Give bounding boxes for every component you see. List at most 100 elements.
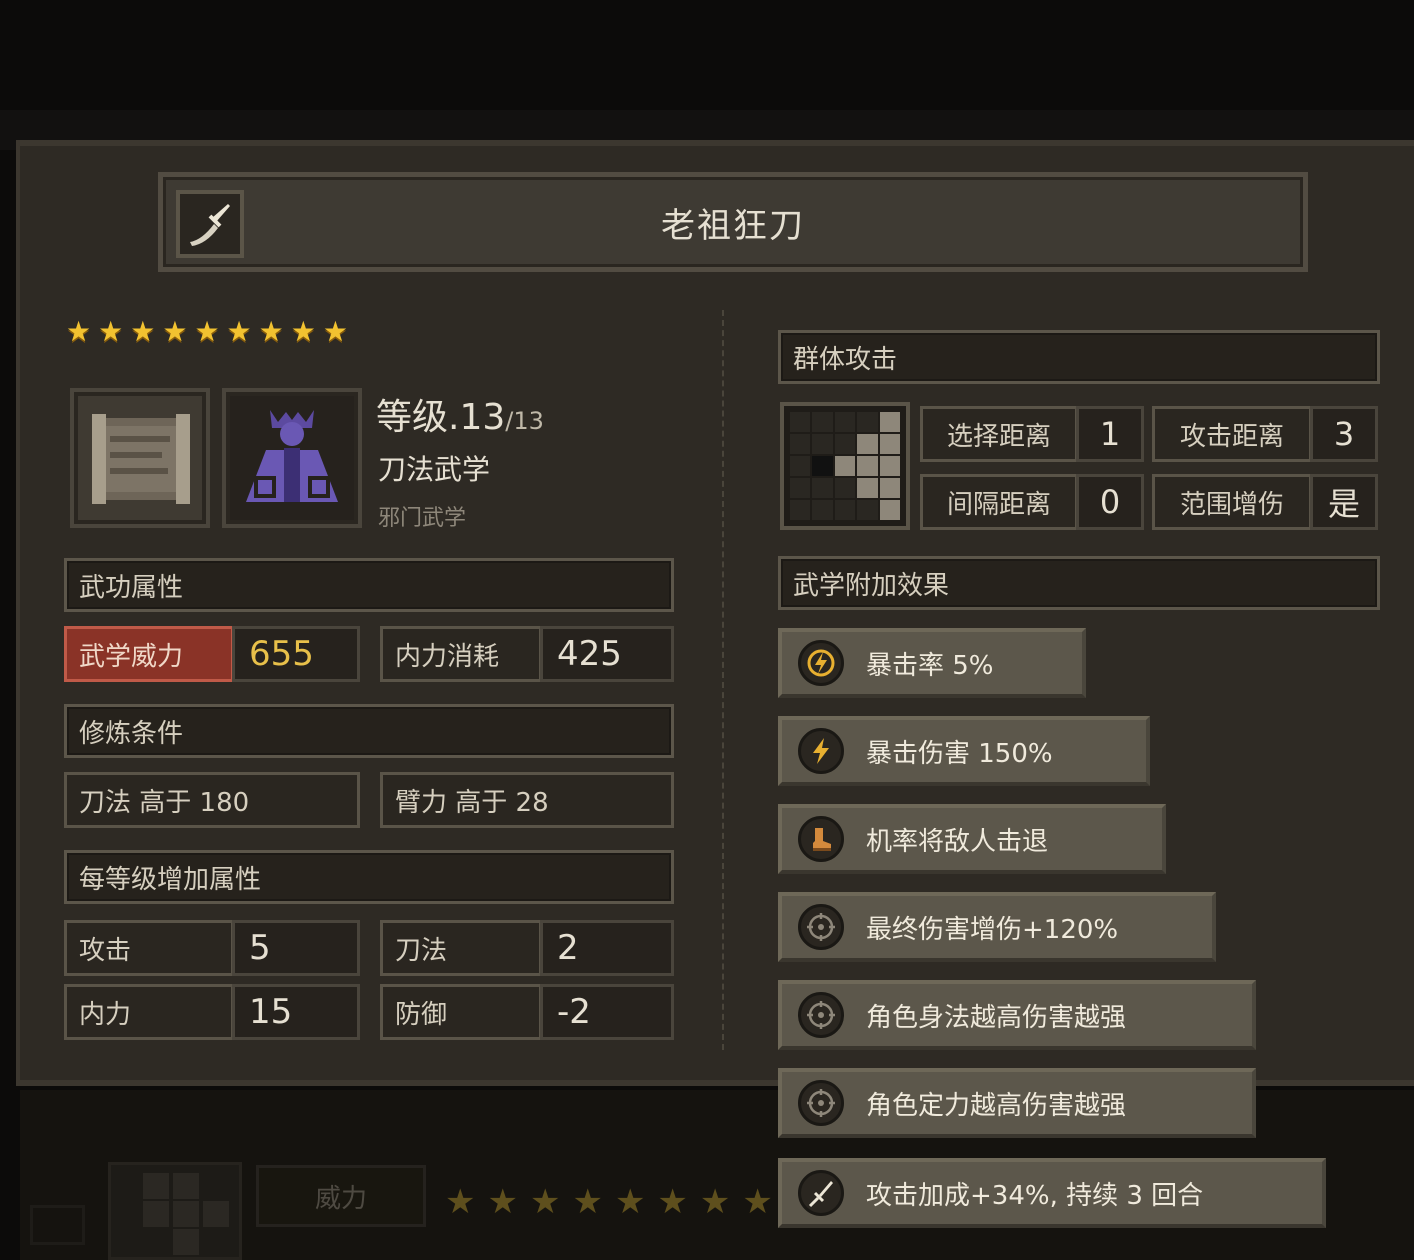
star-icon: ★: [322, 315, 348, 348]
attack-range-grid: [780, 402, 910, 530]
scroll-icon: [70, 388, 210, 528]
background-tile: [30, 1205, 85, 1245]
lightning-circle-icon: [798, 640, 844, 686]
range-cell: [857, 500, 878, 520]
skill-title: 老祖狂刀: [661, 205, 805, 246]
range-cell: [857, 412, 878, 432]
select-distance-label: 选择距离: [920, 406, 1078, 462]
range-cell: [790, 412, 811, 432]
range-cell: [790, 456, 811, 476]
star-icon: ★: [226, 315, 252, 348]
per-level-mp-value: 15: [232, 984, 360, 1040]
range-cell: [790, 500, 811, 520]
range-cell: [812, 500, 833, 520]
section-header-requirements: 修炼条件: [64, 704, 674, 758]
effect-text: 攻击加成+34%, 持续 3 回合: [866, 1180, 1204, 1211]
star-icon: ★: [290, 315, 316, 348]
star-icon: ★: [98, 315, 124, 348]
range-cell: [834, 500, 856, 520]
area-damage-value: 是: [1310, 474, 1378, 530]
range-cell: [812, 434, 833, 454]
effect-banner: 最终伤害增伤+120%: [778, 892, 1216, 962]
range-hit-cell: [879, 412, 900, 432]
select-distance-value: 1: [1076, 406, 1144, 462]
range-cell: [790, 478, 811, 498]
interval-distance-label: 间隔距离: [920, 474, 1078, 530]
range-cell: [834, 412, 856, 432]
star-icon: ★: [130, 315, 156, 348]
range-hit-cell: [834, 456, 856, 476]
range-origin-cell: [812, 456, 833, 476]
mp-cost-label: 内力消耗: [380, 626, 542, 682]
skill-level: 等级.13/13: [376, 397, 544, 438]
section-header-effects: 武学附加效果: [778, 556, 1380, 610]
per-level-mp-label: 内力: [64, 984, 234, 1040]
section-header-area-attack: 群体攻击: [778, 330, 1380, 384]
column-divider: [722, 310, 724, 1050]
range-cell: [790, 434, 811, 454]
background-range-grid: [108, 1162, 242, 1260]
per-level-blade-label: 刀法: [380, 920, 542, 976]
attack-distance-label: 攻击距离: [1152, 406, 1312, 462]
boot-icon: [798, 816, 844, 862]
star-icon: ★: [445, 1182, 476, 1222]
star-rating: ★ ★ ★ ★ ★ ★ ★ ★ ★: [66, 315, 348, 349]
skill-level-max: /13: [505, 407, 544, 435]
background-star-rating: ★ ★ ★ ★ ★ ★ ★ ★: [445, 1180, 773, 1224]
per-level-defense-value: -2: [540, 984, 674, 1040]
range-hit-cell: [857, 434, 878, 454]
star-icon: ★: [614, 1182, 646, 1222]
effect-banner: 角色身法越高伤害越强: [778, 980, 1256, 1050]
lightning-icon: [798, 728, 844, 774]
star-icon: ★: [162, 315, 188, 348]
evil-sect-emblem-icon: [222, 388, 362, 528]
range-hit-cell: [879, 500, 900, 520]
range-cell: [812, 412, 833, 432]
effect-banner: 暴击伤害 150%: [778, 716, 1150, 786]
range-cell: [834, 434, 856, 454]
star-icon: ★: [572, 1182, 603, 1222]
range-hit-cell: [857, 478, 878, 498]
target-icon: [798, 904, 844, 950]
star-icon: ★: [66, 315, 92, 348]
range-hit-cell: [879, 456, 900, 476]
effect-text: 机率将敌人击退: [866, 826, 1049, 857]
per-level-defense-label: 防御: [380, 984, 542, 1040]
target-icon: [798, 992, 844, 1038]
section-header-attributes: 武功属性: [64, 558, 674, 612]
section-header-per-level: 每等级增加属性: [64, 850, 674, 904]
effect-banner: 机率将敌人击退: [778, 804, 1166, 874]
star-icon: ★: [487, 1182, 518, 1222]
range-cell: [834, 478, 856, 498]
star-icon: ★: [529, 1182, 561, 1222]
mp-cost-value: 425: [540, 626, 674, 682]
range-hit-cell: [857, 456, 878, 476]
star-icon: ★: [742, 1182, 773, 1222]
background-power-label: 威力: [256, 1165, 426, 1227]
effect-text: 角色身法越高伤害越强: [866, 1002, 1127, 1033]
skill-school: 邪门武学: [378, 506, 467, 531]
range-hit-cell: [879, 478, 900, 498]
effect-banner: 暴击率 5%: [778, 628, 1086, 698]
blade-icon: [176, 190, 244, 258]
requirement-item: 刀法 高于 180: [64, 772, 360, 828]
interval-distance-value: 0: [1076, 474, 1144, 530]
power-value: 655: [232, 626, 360, 682]
effect-banner: 角色定力越高伤害越强: [778, 1068, 1256, 1138]
sword-icon: [798, 1170, 844, 1216]
attack-distance-value: 3: [1310, 406, 1378, 462]
effect-text: 暴击率 5%: [866, 650, 994, 681]
range-hit-cell: [879, 434, 900, 454]
star-icon: ★: [699, 1182, 731, 1222]
star-icon: ★: [194, 315, 220, 348]
effect-text: 暴击伤害 150%: [866, 738, 1053, 769]
area-damage-label: 范围增伤: [1152, 474, 1312, 530]
per-level-attack-value: 5: [232, 920, 360, 976]
per-level-blade-value: 2: [540, 920, 674, 976]
requirement-item: 臂力 高于 28: [380, 772, 674, 828]
per-level-attack-label: 攻击: [64, 920, 234, 976]
skill-category: 刀法武学: [378, 453, 491, 486]
target-icon: [798, 1080, 844, 1126]
power-label: 武学威力: [64, 626, 234, 682]
star-icon: ★: [657, 1182, 688, 1222]
